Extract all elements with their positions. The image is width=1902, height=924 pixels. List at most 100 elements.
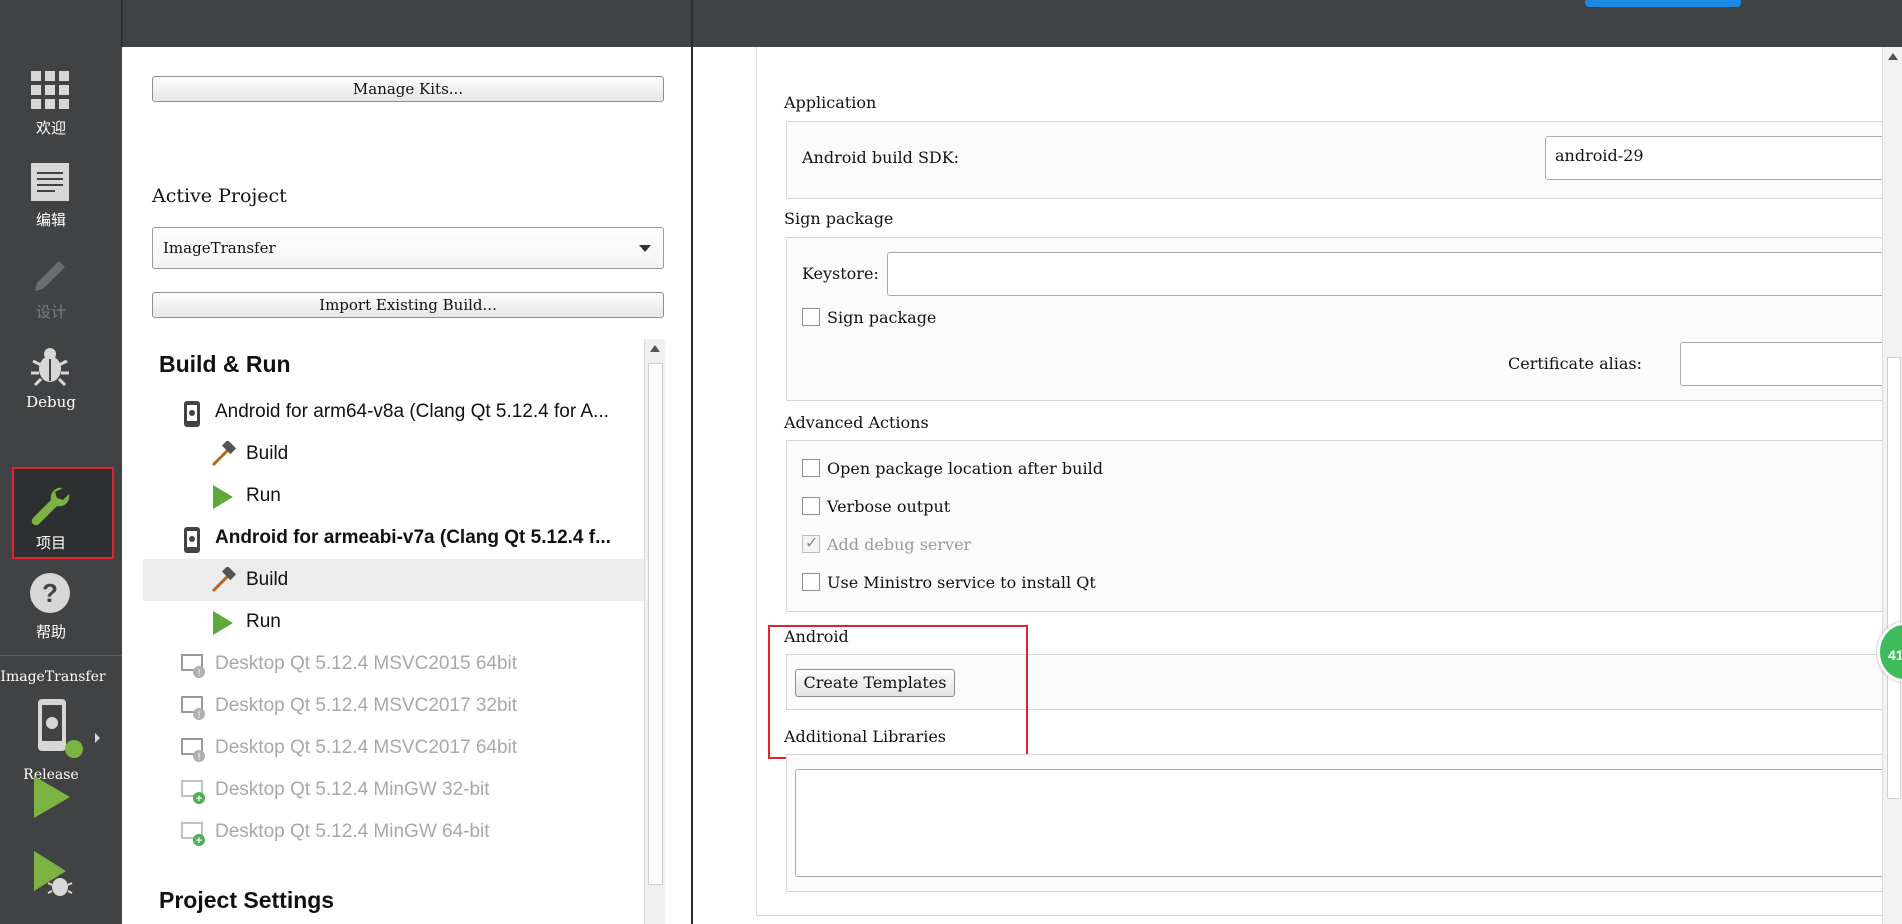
open-package-location-checkbox[interactable] [802,459,820,477]
document-icon [31,163,69,201]
settings-scrollbar[interactable] [1882,47,1902,924]
add-debug-server-checkbox [802,533,820,553]
android-device-icon [184,527,200,553]
monitor-add-icon: + [181,780,205,805]
kit-desktop-mingw-64[interactable]: + Desktop Qt 5.12.4 MinGW 64-bit [143,811,650,853]
mode-welcome[interactable]: 欢迎 [0,59,122,147]
hammer-icon [211,567,237,593]
toolbar-blue-button[interactable] [1585,0,1741,7]
kit-label: Desktop Qt 5.12.4 MinGW 64-bit [215,821,490,842]
active-project-combo[interactable]: ImageTransfer [152,227,664,269]
verbose-output-checkbox[interactable] [802,497,820,515]
mode-separator [0,655,122,656]
mode-label: 欢迎 [35,119,66,137]
kit-child-label: Run [246,611,281,632]
mode-projects[interactable]: 项目 [0,427,122,552]
manage-kits-button[interactable]: Manage Kits... [152,76,664,102]
debug-run-icon[interactable] [30,849,76,899]
toolbar-divider [121,0,123,47]
advanced-option-label: Open package location after build [827,459,1103,478]
toolbar-divider [691,0,693,47]
scroll-up-icon[interactable] [1888,53,1898,60]
kit-arm64-run[interactable]: Run [143,475,650,517]
scroll-up-icon[interactable] [650,345,660,352]
use-ministro-checkbox[interactable] [802,573,820,591]
kit-desktop-msvc2015-64[interactable]: ! Desktop Qt 5.12.4 MSVC2015 64bit [143,643,650,685]
sign-package-group-title: Sign package [784,209,894,228]
sign-package-checkbox[interactable] [802,308,820,326]
run-icon [213,611,233,635]
kit-android-arm64[interactable]: Android for arm64-v8a (Clang Qt 5.12.4 f… [143,391,650,433]
sign-package-checkbox-label: Sign package [827,308,937,327]
keystore-label: Keystore: [802,264,879,283]
active-project-value: ImageTransfer [163,239,276,257]
application-group-title: Application [784,93,877,112]
target-selector[interactable] [30,697,102,763]
run-icon[interactable] [30,774,74,820]
build-run-title: Build & Run [159,351,291,377]
pencil-icon [35,261,65,291]
advanced-option-label: Use Ministro service to install Qt [827,573,1096,592]
hammer-icon [211,441,237,467]
additional-libraries-list[interactable] [795,769,1902,877]
scroll-thumb[interactable] [1887,357,1901,799]
monitor-warning-icon: ! [181,654,205,679]
mode-label: Debug [26,393,76,411]
kit-arm64-build[interactable]: Build [143,433,650,475]
svg-text:+: + [196,793,202,805]
kit-armeabi-run[interactable]: Run [143,601,650,643]
application-group: Android build SDK: android-29 [786,121,1902,199]
android-build-sdk-label: Android build SDK: [802,148,960,167]
kit-label: Android for arm64-v8a (Clang Qt 5.12.4 f… [215,401,609,422]
mode-label: 帮助 [35,623,66,641]
advanced-actions-group: Open package location after build Verbos… [786,440,1902,612]
mode-sidebar: 欢迎 编辑 设计 Debug 项目 ? 帮助 ImageTransfer Rel… [0,47,122,924]
advanced-option-label: Add debug server [827,535,972,554]
run-icon [213,485,233,509]
monitor-warning-icon: ! [181,738,205,763]
project-settings-title: Project Settings [159,887,335,913]
svg-text:?: ? [42,578,58,608]
bug-icon [31,348,69,387]
kit-android-armeabi[interactable]: Android for armeabi-v7a (Clang Qt 5.12.4… [143,517,650,559]
monitor-add-icon: + [181,822,205,847]
scroll-thumb[interactable] [648,363,663,885]
kit-label: Desktop Qt 5.12.4 MSVC2017 32bit [215,695,518,716]
grid-icon [31,71,69,109]
kit-desktop-msvc2017-64[interactable]: ! Desktop Qt 5.12.4 MSVC2017 64bit [143,727,650,769]
kit-tree: Build & Run Android for arm64-v8a (Clang… [143,339,650,924]
kit-child-label: Build [246,443,289,464]
kit-child-label: Build [246,569,289,590]
certificate-alias-combo[interactable] [1680,342,1902,386]
mode-help[interactable]: ? 帮助 [0,519,122,641]
active-project-title: Active Project [152,185,287,207]
chevron-down-icon [639,245,651,252]
mode-edit[interactable]: 编辑 [0,151,122,239]
certificate-alias-label: Certificate alias: [1508,354,1642,373]
mode-label: 编辑 [35,211,66,229]
import-existing-build-button[interactable]: Import Existing Build... [152,292,664,318]
kit-child-label: Run [246,485,281,506]
mode-label: 设计 [35,303,66,321]
kit-label: Desktop Qt 5.12.4 MinGW 32-bit [215,779,490,800]
advanced-option-label: Verbose output [827,497,951,516]
svg-text:!: ! [198,752,201,763]
kit-desktop-msvc2017-32[interactable]: ! Desktop Qt 5.12.4 MSVC2017 32bit [143,685,650,727]
monitor-warning-icon: ! [181,696,205,721]
kit-armeabi-build-selected[interactable]: Build [143,559,650,601]
mode-debug[interactable]: Debug [0,335,122,423]
kit-desktop-mingw-32[interactable]: + Desktop Qt 5.12.4 MinGW 32-bit [143,769,650,811]
kit-label: Desktop Qt 5.12.4 MSVC2015 64bit [215,653,518,674]
kit-label: Android for armeabi-v7a (Clang Qt 5.12.4… [215,527,611,548]
sign-package-group: Keystore: Sign package Certificate alias… [786,237,1902,401]
svg-text:+: + [196,835,202,847]
projects-kit-panel: Manage Kits... Active Project ImageTrans… [123,47,691,924]
advanced-actions-group-title: Advanced Actions [784,413,929,432]
android-build-sdk-combo[interactable]: android-29 [1545,136,1902,180]
android-device-icon [184,401,200,427]
help-icon: ? [30,573,70,613]
kit-tree-scrollbar[interactable] [644,339,665,924]
additional-libraries-group [786,754,1902,892]
mode-design: 设计 [0,243,122,331]
keystore-input[interactable] [887,252,1902,296]
